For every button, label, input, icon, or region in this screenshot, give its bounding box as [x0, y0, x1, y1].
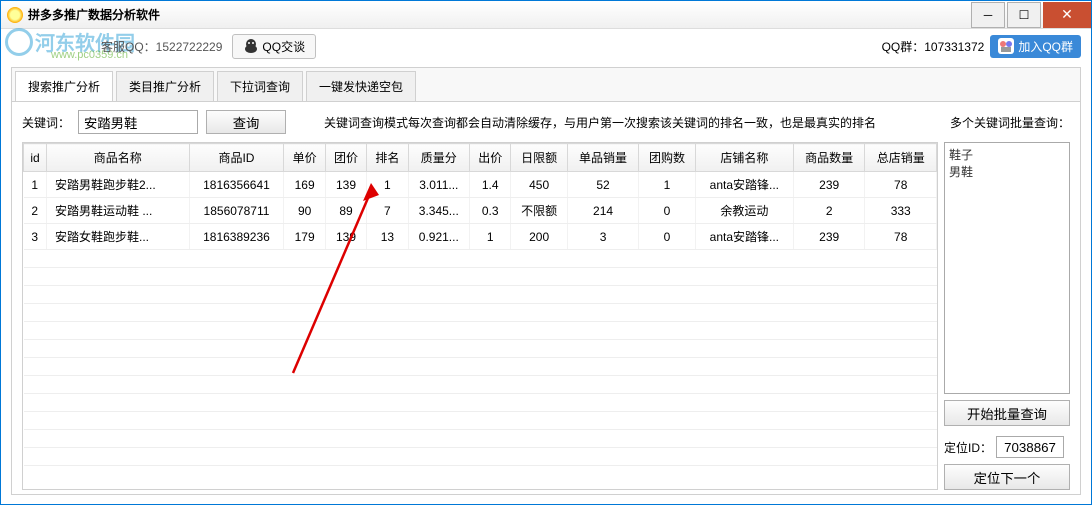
- col-bid[interactable]: 出价: [470, 144, 511, 172]
- results-table: id 商品名称 商品ID 单价 团价 排名 质量分 出价 日限额 单品销量 团购…: [23, 143, 937, 466]
- tab-express-package[interactable]: 一键发快递空包: [306, 71, 416, 101]
- minimize-button[interactable]: ─: [971, 2, 1005, 28]
- tab-bar: 搜索推广分析 类目推广分析 下拉词查询 一键发快递空包: [12, 68, 1080, 102]
- title-bar: 拼多多推广数据分析软件 ─ ☐ ✕: [1, 1, 1091, 29]
- query-row: 关键词： 查询 关键词查询模式每次查询都会自动清除缓存，与用户第一次搜索该关键词…: [12, 102, 1080, 142]
- app-icon: [7, 7, 23, 23]
- qq-icon: [243, 38, 259, 54]
- content-panel: 搜索推广分析 类目推广分析 下拉词查询 一键发快递空包 关键词： 查询 关键词查…: [11, 67, 1081, 495]
- col-product-id[interactable]: 商品ID: [189, 144, 284, 172]
- col-total-sales[interactable]: 总店销量: [865, 144, 937, 172]
- table-body: 1安踏男鞋跑步鞋2...181635664116913913.011...1.4…: [24, 172, 937, 466]
- keyword-label: 关键词：: [22, 114, 70, 131]
- tab-dropdown-query[interactable]: 下拉词查询: [217, 71, 303, 101]
- start-batch-query-button[interactable]: 开始批量查询: [944, 400, 1070, 426]
- col-rank[interactable]: 排名: [367, 144, 408, 172]
- side-panel: 鞋子男鞋 开始批量查询 定位ID： 定位下一个: [944, 142, 1070, 490]
- qq-group-icon: [998, 38, 1014, 54]
- app-window: 拼多多推广数据分析软件 ─ ☐ ✕ 河东软件园 www.pc0359.cn 客服…: [0, 0, 1092, 505]
- col-price[interactable]: 单价: [284, 144, 325, 172]
- table-row[interactable]: 1安踏男鞋跑步鞋2...181635664116913913.011...1.4…: [24, 172, 937, 198]
- query-button[interactable]: 查询: [206, 110, 286, 134]
- close-button[interactable]: ✕: [1043, 2, 1091, 28]
- batch-keywords-textarea[interactable]: 鞋子男鞋: [944, 142, 1070, 394]
- col-id[interactable]: id: [24, 144, 47, 172]
- locate-next-button[interactable]: 定位下一个: [944, 464, 1070, 490]
- table-row[interactable]: 3安踏女鞋跑步鞋...1816389236179139130.921...120…: [24, 224, 937, 250]
- tab-search-analysis[interactable]: 搜索推广分析: [15, 71, 113, 101]
- main-layout: id 商品名称 商品ID 单价 团价 排名 质量分 出价 日限额 单品销量 团购…: [12, 142, 1080, 490]
- col-group-count[interactable]: 团购数: [639, 144, 695, 172]
- table-row[interactable]: 2安踏男鞋运动鞋 ...1856078711908973.345...0.3不限…: [24, 198, 937, 224]
- keyword-input[interactable]: [78, 110, 198, 134]
- locate-id-label: 定位ID：: [944, 439, 992, 456]
- locate-row: 定位ID：: [944, 436, 1070, 458]
- qq-chat-button[interactable]: QQ交谈: [232, 34, 316, 59]
- col-product-count[interactable]: 商品数量: [793, 144, 864, 172]
- qq-group-number: QQ群：107331372: [882, 38, 985, 55]
- tab-category-analysis[interactable]: 类目推广分析: [116, 71, 214, 101]
- col-shop-name[interactable]: 店铺名称: [695, 144, 793, 172]
- col-group-price[interactable]: 团价: [325, 144, 366, 172]
- query-hint: 关键词查询模式每次查询都会自动清除缓存，与用户第一次搜索该关键词的排名一致，也是…: [324, 114, 876, 131]
- join-qq-group-button[interactable]: 加入QQ群: [990, 35, 1081, 58]
- results-table-area: id 商品名称 商品ID 单价 团价 排名 质量分 出价 日限额 单品销量 团购…: [22, 142, 938, 490]
- col-daily-limit[interactable]: 日限额: [511, 144, 567, 172]
- col-product-name[interactable]: 商品名称: [46, 144, 189, 172]
- col-item-sales[interactable]: 单品销量: [567, 144, 638, 172]
- top-toolbar: 河东软件园 www.pc0359.cn 客服QQ：1522722229 QQ交谈…: [1, 29, 1091, 63]
- maximize-button[interactable]: ☐: [1007, 2, 1041, 28]
- kefu-qq-label: 客服QQ：1522722229: [101, 38, 222, 55]
- window-controls: ─ ☐ ✕: [969, 2, 1091, 28]
- window-title: 拼多多推广数据分析软件: [28, 6, 160, 23]
- col-quality[interactable]: 质量分: [408, 144, 469, 172]
- locate-id-input[interactable]: [996, 436, 1064, 458]
- batch-query-label: 多个关键词批量查询：: [950, 114, 1070, 131]
